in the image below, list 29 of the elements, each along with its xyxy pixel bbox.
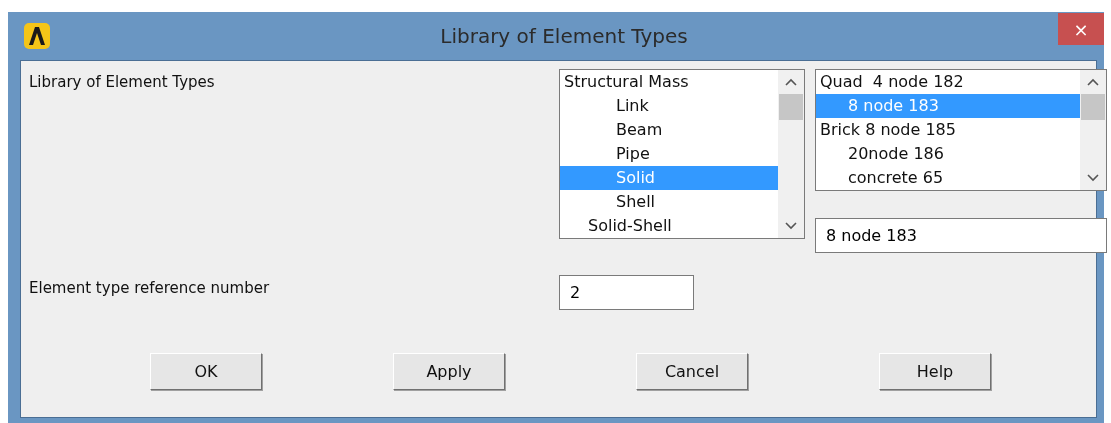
scroll-up-icon[interactable] (1087, 78, 1099, 86)
scroll-down-icon[interactable] (785, 222, 797, 230)
list-item[interactable]: Shell (560, 190, 778, 214)
list-item[interactable]: Solid-Shell (560, 214, 778, 238)
list-item[interactable]: Pipe (560, 142, 778, 166)
scrollbar[interactable] (778, 70, 804, 238)
dialog-button[interactable]: Help (879, 353, 991, 390)
list-item[interactable]: Link (560, 94, 778, 118)
dialog-button[interactable]: OK (150, 353, 262, 390)
input-field[interactable]: 2 (559, 275, 694, 310)
app-logo-icon (24, 23, 50, 49)
dialog-button[interactable]: Cancel (636, 353, 748, 390)
field-label: Element type reference number (29, 278, 271, 299)
list-item[interactable]: Quad 4 node 182 (816, 70, 1080, 94)
scroll-down-icon[interactable] (1087, 174, 1099, 182)
close-button[interactable]: × (1058, 13, 1104, 45)
list-item[interactable]: concrete 65 (816, 166, 1080, 190)
scroll-thumb[interactable] (779, 94, 803, 120)
scroll-thumb[interactable] (1081, 94, 1105, 120)
field-label: Library of Element Types (29, 72, 216, 93)
list-item[interactable]: Brick 8 node 185 (816, 118, 1080, 142)
dialog-button[interactable]: Apply (393, 353, 505, 390)
selection-field[interactable]: 8 node 183 (815, 218, 1107, 253)
list-item[interactable]: 20node 186 (816, 142, 1080, 166)
scroll-up-icon[interactable] (785, 78, 797, 86)
list-item[interactable]: Beam (560, 118, 778, 142)
list-item[interactable]: Structural Mass (560, 70, 778, 94)
window-title: Library of Element Types (439, 24, 688, 48)
scrollbar[interactable] (1080, 70, 1106, 190)
